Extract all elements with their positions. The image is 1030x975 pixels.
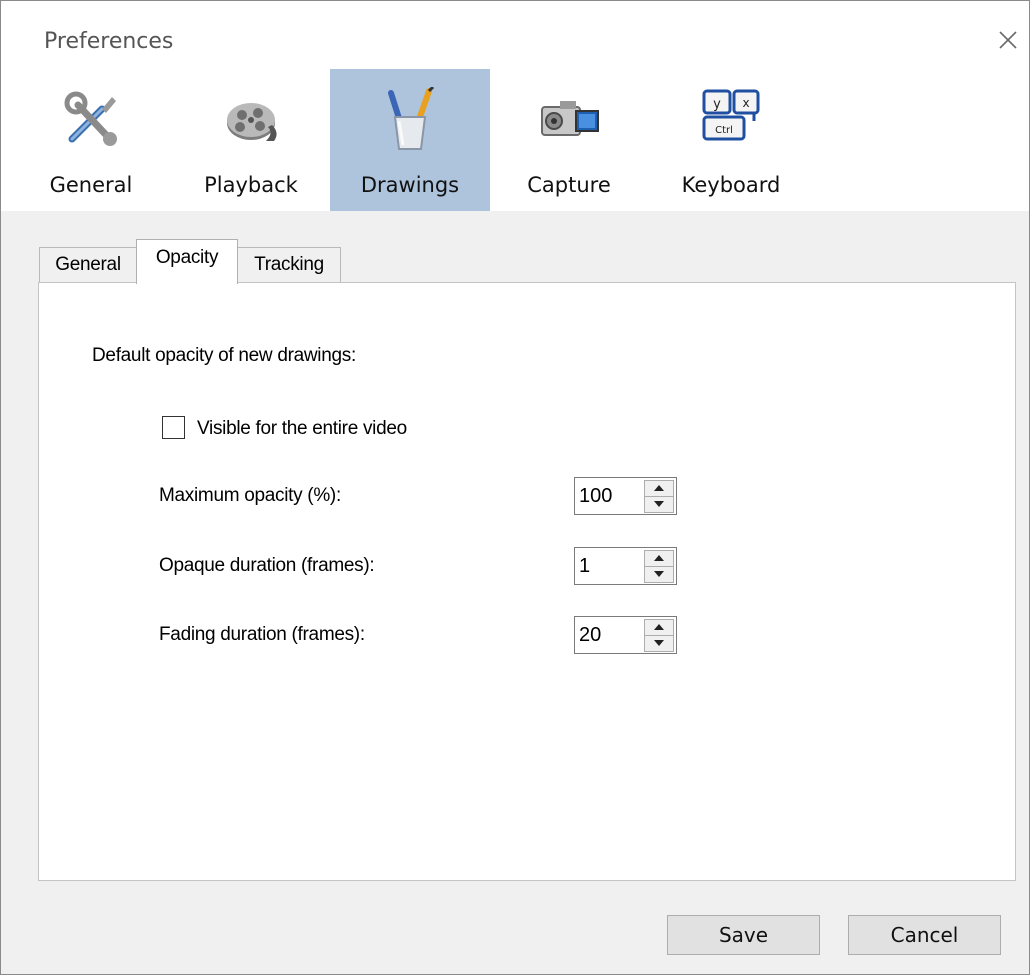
close-button[interactable] (991, 23, 1025, 57)
max-opacity-stepper (574, 477, 677, 515)
arrow-down-icon (654, 640, 664, 646)
arrow-down-icon (654, 501, 664, 507)
camera-icon (541, 101, 599, 136)
pencil-cup-icon (388, 87, 435, 150)
tools-icon (64, 91, 117, 146)
fading-duration-stepper (574, 616, 677, 654)
fading-duration-decrement-button[interactable] (644, 635, 674, 652)
visible-entire-video-label[interactable]: Visible for the entire video (197, 418, 407, 440)
category-keyboard[interactable]: y x Ctrl Keyboard (651, 69, 811, 211)
arrow-up-icon (654, 624, 664, 630)
tab-opacity[interactable]: Opacity (136, 239, 238, 284)
tab-tracking[interactable]: Tracking (237, 247, 341, 282)
category-label: Keyboard (681, 173, 781, 197)
opaque-duration-label: Opaque duration (frames): (159, 555, 375, 576)
close-icon (999, 31, 1017, 49)
max-opacity-increment-button[interactable] (644, 480, 674, 497)
opaque-duration-decrement-button[interactable] (644, 566, 674, 583)
category-label: Playback (204, 173, 298, 197)
max-opacity-input[interactable] (575, 478, 645, 514)
category-playback[interactable]: Playback (171, 69, 331, 211)
fading-duration-label: Fading duration (frames): (159, 624, 365, 645)
max-opacity-decrement-button[interactable] (644, 496, 674, 513)
arrow-down-icon (654, 571, 664, 577)
category-label: Drawings (360, 173, 460, 197)
opaque-duration-input[interactable] (575, 548, 645, 584)
svg-text:Ctrl: Ctrl (715, 125, 733, 136)
visible-entire-video-checkbox[interactable] (162, 416, 185, 439)
dialog-header: Preferences General Playback Drawings Ca… (1, 1, 1029, 211)
category-label: General (49, 173, 133, 197)
opacity-panel: Default opacity of new drawings: Visible… (38, 282, 1016, 881)
svg-text:x: x (742, 96, 749, 110)
svg-text:y: y (713, 97, 721, 112)
film-reel-icon (227, 103, 277, 141)
tab-general[interactable]: General (39, 247, 137, 282)
fading-duration-increment-button[interactable] (644, 619, 674, 636)
category-label: Capture (527, 173, 611, 197)
opaque-duration-stepper (574, 547, 677, 585)
cancel-button[interactable]: Cancel (848, 915, 1001, 955)
category-general[interactable]: General (11, 69, 171, 211)
arrow-up-icon (654, 555, 664, 561)
save-button[interactable]: Save (667, 915, 820, 955)
arrow-up-icon (654, 485, 664, 491)
category-capture[interactable]: Capture (489, 69, 649, 211)
section-heading: Default opacity of new drawings: (92, 345, 356, 366)
keyboard-keys-icon: y x Ctrl (702, 89, 760, 141)
opaque-duration-increment-button[interactable] (644, 550, 674, 567)
category-drawings[interactable]: Drawings (330, 69, 490, 211)
window-title: Preferences (44, 29, 174, 54)
max-opacity-label: Maximum opacity (%): (159, 485, 341, 506)
preferences-dialog: Preferences General Playback Drawings Ca… (0, 0, 1030, 975)
fading-duration-input[interactable] (575, 617, 645, 653)
